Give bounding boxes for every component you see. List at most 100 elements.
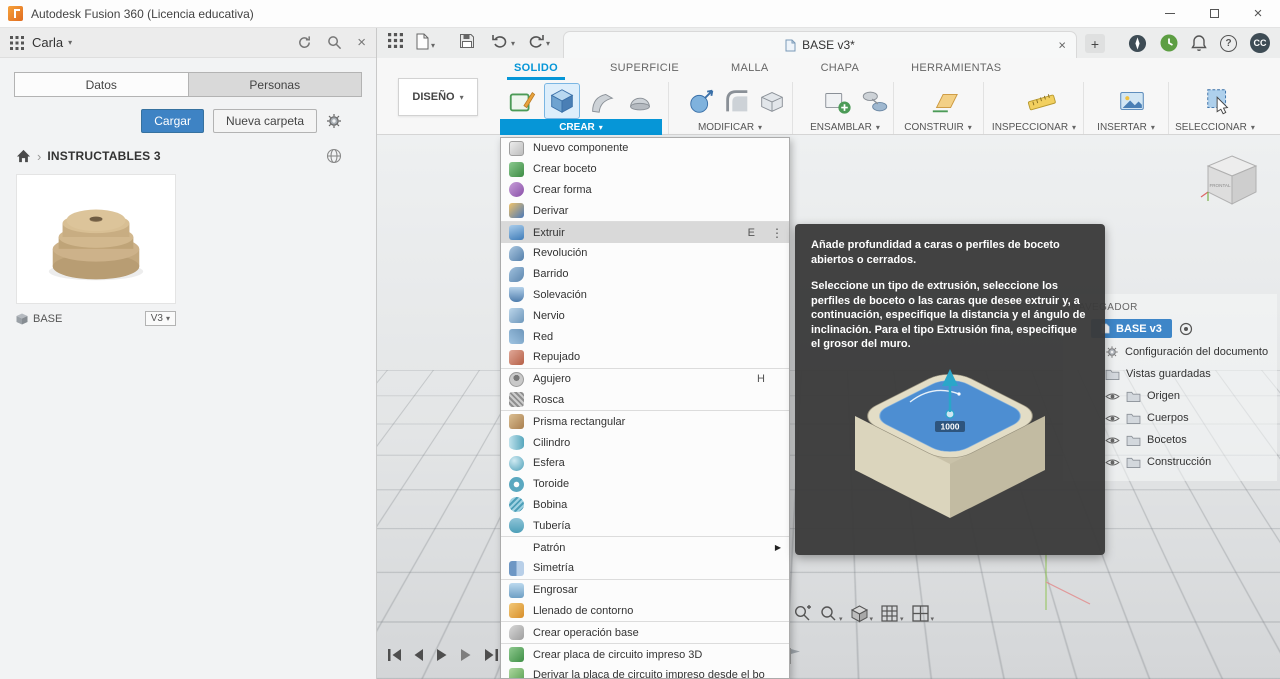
menu-item-coil[interactable]: Bobina <box>501 495 789 516</box>
menu-item-web[interactable]: Red <box>501 326 789 347</box>
close-tab-icon[interactable]: × <box>1058 39 1066 52</box>
grid-settings-icon[interactable]: ▾ <box>880 604 904 623</box>
construction-plane-tool[interactable] <box>928 84 962 118</box>
zoom-window-icon[interactable]: ▾ <box>819 604 843 623</box>
viewports-icon[interactable]: ▾ <box>911 604 934 623</box>
menu-item-pipe[interactable]: Tubería <box>501 515 789 536</box>
refresh-icon[interactable] <box>297 35 312 50</box>
close-button[interactable]: × <box>1236 0 1280 27</box>
menu-item-icon <box>509 435 524 451</box>
menu-item-revolve[interactable]: Revolución <box>501 243 789 264</box>
new-folder-button[interactable]: Nueva carpeta <box>212 109 317 133</box>
tab-datos[interactable]: Datos <box>14 72 189 97</box>
menu-item-hole[interactable]: Agujero H <box>501 369 789 390</box>
user-menu[interactable]: Carla ▾ <box>32 35 72 50</box>
menu-item-box[interactable]: Prisma rectangular <box>501 411 789 432</box>
shell-tool[interactable] <box>755 84 789 118</box>
workspace-selector[interactable]: DISEÑO ▾ <box>398 78 478 116</box>
new-tab-button[interactable]: + <box>1085 34 1105 53</box>
measure-tool[interactable] <box>1025 84 1059 118</box>
extensions-compass-icon[interactable] <box>1128 34 1147 53</box>
group-dropdown-insertar[interactable]: INSERTAR ▾ <box>1086 119 1166 135</box>
create-sketch-tool[interactable] <box>505 84 539 118</box>
menu-item-thread[interactable]: Rosca <box>501 390 789 411</box>
menu-item-boundary[interactable]: Llenado de contorno <box>501 601 789 622</box>
undo-icon[interactable]: ▾ <box>492 33 515 48</box>
extrude-tool[interactable] <box>544 83 580 119</box>
ribbon-tab-chapa[interactable]: CHAPA <box>814 58 867 80</box>
new-component-tool[interactable] <box>820 84 854 118</box>
group-dropdown-inspeccionar[interactable]: INSPECCIONAR ▾ <box>988 119 1080 135</box>
job-status-icon[interactable] <box>1160 34 1178 52</box>
visibility-eye-icon[interactable] <box>1105 435 1120 446</box>
project-name[interactable]: INSTRUCTABLES 3 <box>47 149 160 163</box>
ribbon-tab-herramientas[interactable]: HERRAMIENTAS <box>904 58 1008 80</box>
insert-image-tool[interactable] <box>1115 84 1149 118</box>
menu-item-sweep[interactable]: Barrido <box>501 264 789 285</box>
close-panel-icon[interactable]: × <box>357 35 366 50</box>
ribbon-tab-superficie[interactable]: SUPERFICIE <box>603 58 686 80</box>
tab-personas[interactable]: Personas <box>188 72 362 97</box>
menu-item-base-feature[interactable]: Crear operación base <box>501 622 789 643</box>
menu-item-sphere[interactable]: Esfera <box>501 453 789 474</box>
app-grid-icon[interactable] <box>10 35 24 50</box>
group-dropdown-ensamblar[interactable]: ENSAMBLAR ▾ <box>805 119 885 135</box>
sweep-tool[interactable] <box>585 84 619 118</box>
activate-component-icon[interactable] <box>1179 322 1193 336</box>
menu-item-pcb-derive[interactable]: Derivar la placa de circuito impreso des… <box>501 665 789 678</box>
visibility-eye-icon[interactable] <box>1105 413 1120 424</box>
file-menu-icon[interactable]: ▾ <box>415 33 435 50</box>
display-settings-icon[interactable]: ▾ <box>850 604 873 623</box>
menu-item-mirror[interactable]: Simetría <box>501 558 789 579</box>
document-tab[interactable]: BASE v3* × <box>563 31 1077 58</box>
menu-item-derive[interactable]: Derivar <box>501 200 789 221</box>
save-icon[interactable] <box>459 33 475 49</box>
menu-item-pcb[interactable]: Crear placa de circuito impreso 3D <box>501 644 789 665</box>
menu-item-thicken[interactable]: Engrosar <box>501 580 789 601</box>
menu-item-pattern[interactable]: Patrón ▶ <box>501 537 789 558</box>
settings-gear-icon[interactable] <box>326 113 342 129</box>
timeline-playback-controls[interactable] <box>384 644 504 666</box>
menu-item-emboss[interactable]: Repujado <box>501 347 789 368</box>
home-icon[interactable] <box>16 149 31 163</box>
menu-item-extrude[interactable]: Extruir E ⋮ <box>501 222 789 243</box>
group-dropdown-seleccionar[interactable]: SELECCIONAR ▾ <box>1172 119 1258 135</box>
minimize-button[interactable] <box>1148 0 1192 27</box>
fillet-tool[interactable] <box>720 84 754 118</box>
project-item-card[interactable] <box>16 174 176 304</box>
folder-icon <box>1126 412 1141 424</box>
data-panel-toggle-icon[interactable] <box>388 33 403 48</box>
ribbon-tab-malla[interactable]: MALLA <box>724 58 776 80</box>
group-dropdown-construir[interactable]: CONSTRUIR ▾ <box>898 119 978 135</box>
maximize-button[interactable] <box>1192 0 1236 27</box>
menu-item-cylinder[interactable]: Cilindro <box>501 432 789 453</box>
group-dropdown-modificar[interactable]: MODIFICAR ▾ <box>690 119 770 135</box>
search-icon[interactable] <box>327 35 342 50</box>
chevron-down-icon: ▾ <box>165 314 170 323</box>
group-dropdown-crear[interactable]: CREAR ▾ <box>500 119 662 135</box>
visibility-eye-icon[interactable] <box>1105 457 1120 468</box>
redo-icon[interactable]: ▾ <box>527 33 550 48</box>
menu-item-form[interactable]: Crear forma <box>501 180 789 201</box>
menu-item-component[interactable]: Nuevo componente <box>501 138 789 159</box>
notifications-bell-icon[interactable] <box>1191 34 1207 52</box>
project-item-meta: BASE V3 ▾ <box>16 311 176 326</box>
menu-item-sketch[interactable]: Crear boceto <box>501 159 789 180</box>
menu-item-rib[interactable]: Nervio <box>501 305 789 326</box>
revolve-tool[interactable] <box>623 84 657 118</box>
menu-item-loft[interactable]: Solevación <box>501 285 789 306</box>
globe-icon[interactable] <box>326 148 342 164</box>
visibility-eye-icon[interactable] <box>1105 391 1120 402</box>
menu-item-torus[interactable]: Toroide <box>501 474 789 495</box>
user-avatar[interactable]: CC <box>1250 33 1270 53</box>
ribbon-tab-solido[interactable]: SOLIDO <box>507 58 565 80</box>
version-dropdown[interactable]: V3 ▾ <box>144 311 176 326</box>
help-icon[interactable]: ? <box>1220 34 1237 52</box>
upload-button[interactable]: Cargar <box>141 109 204 133</box>
zoom-fit-icon[interactable] <box>793 604 812 623</box>
view-cube[interactable]: FRONTAL <box>1200 150 1264 214</box>
select-tool[interactable] <box>1202 84 1236 118</box>
press-pull-tool[interactable] <box>685 84 719 118</box>
joint-tool[interactable] <box>858 84 892 118</box>
item-options-icon[interactable]: ⋮ <box>771 226 783 240</box>
